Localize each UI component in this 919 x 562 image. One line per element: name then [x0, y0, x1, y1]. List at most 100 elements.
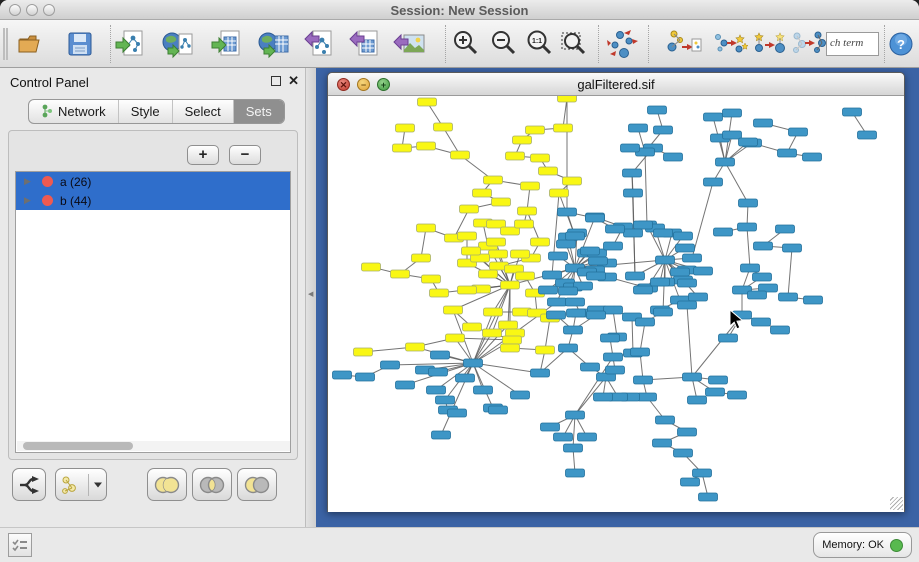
network-node-yellow[interactable] [492, 198, 511, 206]
network-node-blue[interactable] [778, 149, 797, 157]
network-node-yellow[interactable] [430, 289, 449, 297]
network-node-blue[interactable] [586, 214, 605, 222]
network-node-blue[interactable] [741, 264, 760, 272]
import-network-file-button[interactable] [112, 26, 148, 62]
network-node-blue[interactable] [739, 199, 758, 207]
network-node-blue[interactable] [704, 113, 723, 121]
network-node-blue[interactable] [671, 268, 690, 276]
task-history-button[interactable] [8, 533, 32, 557]
toolbar-drag-handle[interactable] [3, 28, 8, 60]
network-node-blue[interactable] [587, 311, 606, 319]
network-node-blue[interactable] [554, 433, 573, 441]
network-node-blue[interactable] [581, 363, 600, 371]
network-node-blue[interactable] [804, 296, 823, 304]
network-node-yellow[interactable] [489, 250, 508, 258]
network-node-blue[interactable] [654, 126, 673, 134]
export-image-button[interactable] [391, 26, 427, 62]
network-node-blue[interactable] [429, 368, 448, 376]
apply-preferred-layout-button[interactable] [604, 26, 640, 62]
add-set-button[interactable]: + [187, 145, 219, 165]
network-node-blue[interactable] [396, 381, 415, 389]
network-node-yellow[interactable] [444, 306, 463, 314]
network-node-blue[interactable] [436, 396, 455, 404]
network-node-blue[interactable] [678, 428, 697, 436]
network-node-blue[interactable] [719, 334, 738, 342]
import-network-url-button[interactable] [160, 26, 196, 62]
network-node-yellow[interactable] [362, 263, 381, 271]
network-node-yellow[interactable] [393, 144, 412, 152]
network-node-blue[interactable] [511, 391, 530, 399]
open-session-button[interactable] [14, 26, 50, 62]
network-node-blue[interactable] [557, 240, 576, 248]
network-node-blue[interactable] [738, 223, 757, 231]
network-node-yellow[interactable] [521, 182, 540, 190]
zoom-out-button[interactable] [486, 26, 522, 62]
network-node-yellow[interactable] [406, 343, 425, 351]
set-row-a[interactable]: ▶ a (26) [16, 172, 290, 191]
network-node-blue[interactable] [531, 369, 550, 377]
network-node-blue[interactable] [634, 221, 653, 229]
network-node-yellow[interactable] [434, 123, 453, 131]
expand-selection-button[interactable] [752, 26, 788, 62]
network-node-blue[interactable] [566, 298, 585, 306]
network-node-blue[interactable] [694, 267, 713, 275]
network-node-blue[interactable] [427, 386, 446, 394]
network-node-yellow[interactable] [526, 126, 545, 134]
network-node-blue[interactable] [776, 225, 795, 233]
union-sets-button[interactable] [147, 468, 187, 501]
network-node-blue[interactable] [716, 158, 735, 166]
first-neighbors-button[interactable] [712, 26, 748, 62]
network-node-blue[interactable] [604, 353, 623, 361]
network-node-yellow[interactable] [422, 275, 441, 283]
network-node-blue[interactable] [381, 361, 400, 369]
network-node-yellow[interactable] [558, 96, 577, 102]
network-node-blue[interactable] [664, 153, 683, 161]
network-node-yellow[interactable] [539, 167, 558, 175]
network-graph[interactable] [328, 96, 904, 512]
network-node-blue[interactable] [456, 374, 475, 382]
network-node-blue[interactable] [604, 242, 623, 250]
split-set-button[interactable] [12, 468, 46, 501]
network-node-yellow[interactable] [531, 238, 550, 246]
network-node-blue[interactable] [779, 293, 798, 301]
network-node-blue[interactable] [739, 138, 758, 146]
network-node-blue[interactable] [578, 433, 597, 441]
network-node-blue[interactable] [464, 359, 483, 367]
network-node-blue[interactable] [803, 153, 822, 161]
network-node-blue[interactable] [564, 326, 583, 334]
network-node-blue[interactable] [636, 318, 655, 326]
show-graphics-details-button[interactable] [790, 26, 826, 62]
network-node-blue[interactable] [754, 242, 773, 250]
network-node-blue[interactable] [566, 411, 585, 419]
network-node-blue[interactable] [674, 449, 693, 457]
network-node-blue[interactable] [631, 348, 650, 356]
network-node-yellow[interactable] [516, 272, 535, 280]
network-node-yellow[interactable] [396, 124, 415, 132]
network-node-blue[interactable] [704, 178, 723, 186]
network-node-blue[interactable] [654, 308, 673, 316]
network-node-blue[interactable] [858, 131, 877, 139]
network-node-blue[interactable] [626, 272, 645, 280]
network-node-blue[interactable] [558, 208, 577, 216]
network-node-blue[interactable] [474, 386, 493, 394]
float-panel-button[interactable] [271, 76, 281, 86]
network-node-blue[interactable] [566, 232, 585, 240]
search-input[interactable]: ch term [826, 32, 879, 56]
export-table-button[interactable] [346, 26, 382, 62]
network-node-blue[interactable] [624, 229, 643, 237]
remove-set-button[interactable]: − [229, 145, 261, 165]
network-frame[interactable]: ✕ − + galFiltered.sif [327, 72, 905, 512]
network-node-yellow[interactable] [503, 336, 522, 344]
network-node-yellow[interactable] [554, 124, 573, 132]
zoom-in-button[interactable] [448, 26, 484, 62]
network-node-yellow[interactable] [501, 281, 520, 289]
network-node-blue[interactable] [683, 373, 702, 381]
network-node-yellow[interactable] [458, 232, 477, 240]
network-node-blue[interactable] [601, 334, 620, 342]
tab-network[interactable]: Network [29, 100, 119, 124]
network-node-yellow[interactable] [354, 348, 373, 356]
network-node-blue[interactable] [753, 273, 772, 281]
network-node-yellow[interactable] [484, 176, 503, 184]
network-node-yellow[interactable] [487, 238, 506, 246]
network-node-blue[interactable] [333, 371, 352, 379]
